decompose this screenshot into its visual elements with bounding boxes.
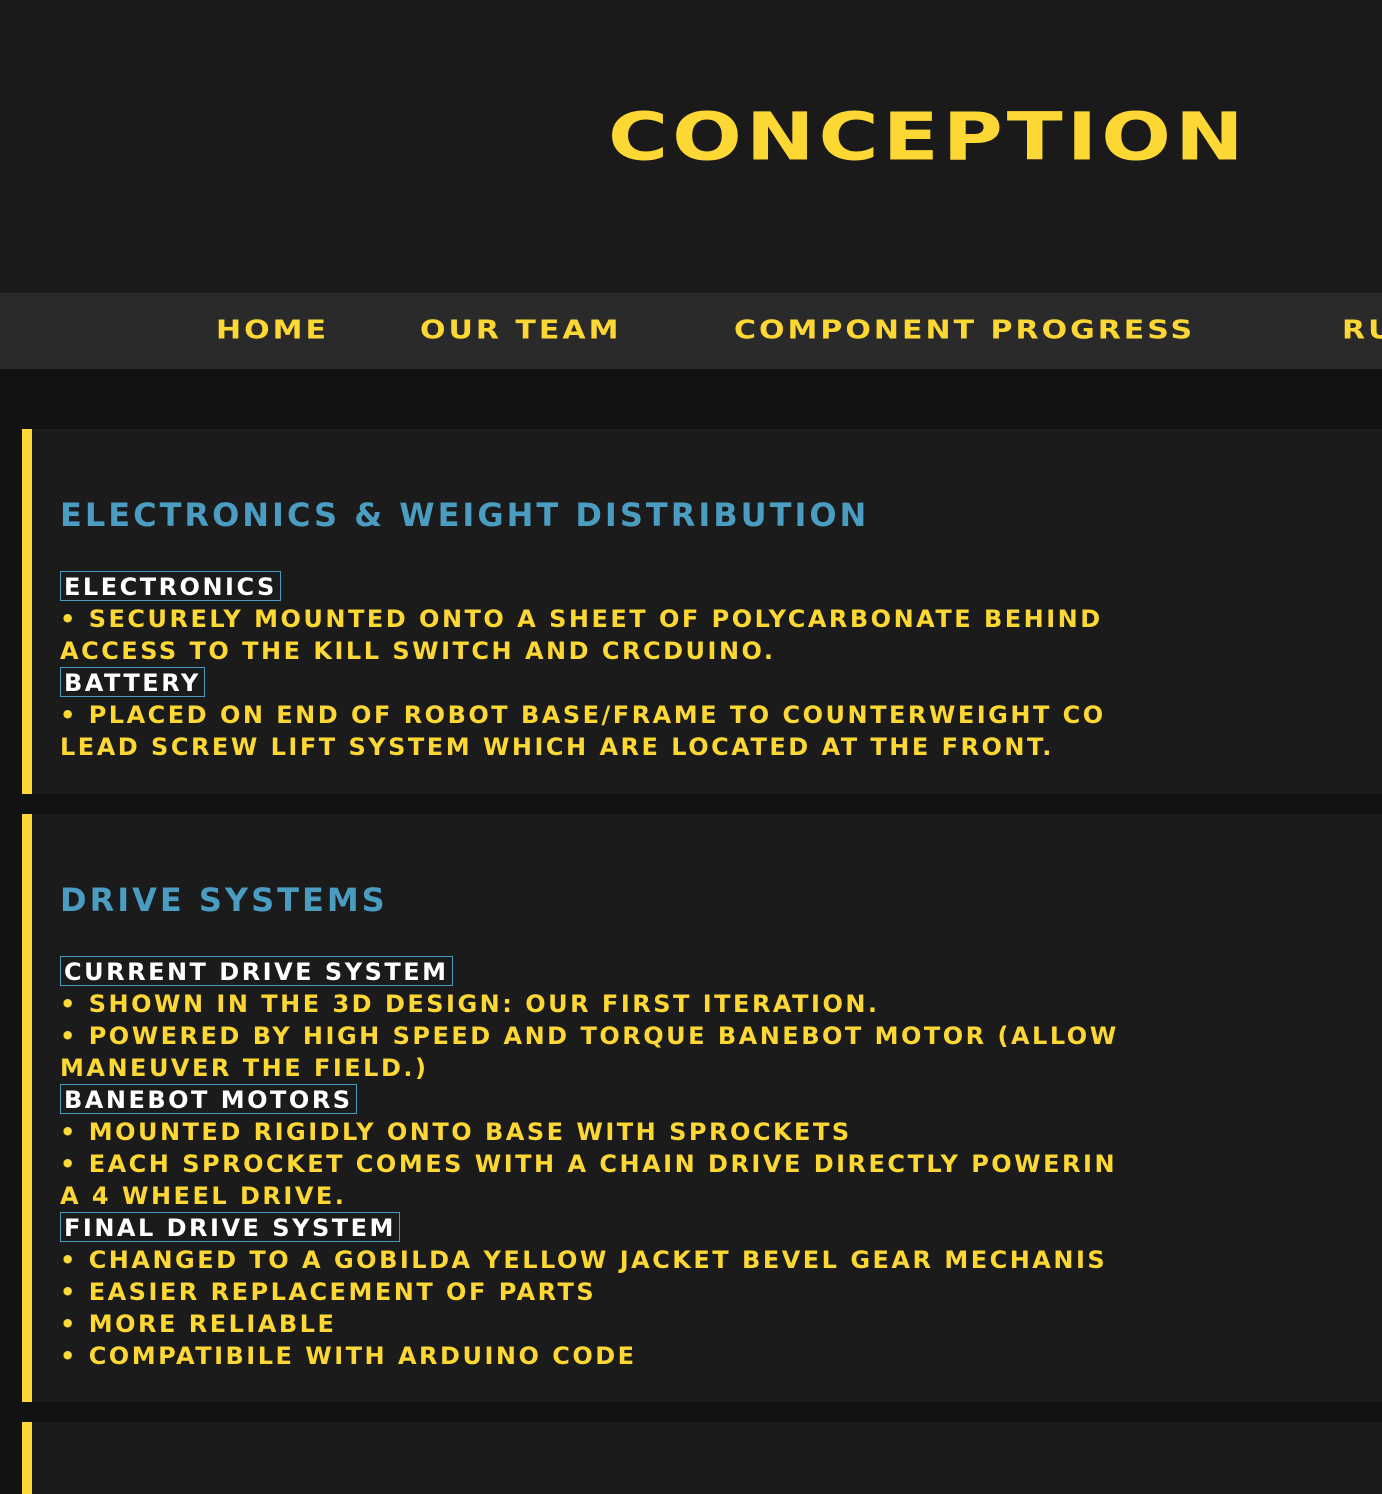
site-header: Conception bbox=[0, 0, 1382, 293]
body-line: a 4 wheel drive. bbox=[60, 1182, 347, 1210]
label-electronics: Electronics bbox=[60, 571, 281, 601]
body-line: • Securely mounted onto a sheet of polyc… bbox=[60, 605, 1103, 633]
label-row: Electronics bbox=[60, 571, 1382, 603]
nav-item-partial[interactable]: Ru bbox=[1342, 299, 1382, 364]
body-line: • Shown in the 3D design: our first iter… bbox=[60, 990, 880, 1018]
body-line: • Changed to a GoBilda Yellow Jacket Bev… bbox=[60, 1246, 1108, 1274]
body-line: • Easier replacement of parts bbox=[60, 1278, 597, 1306]
body-line: access to the kill switch and CRCduino. bbox=[60, 637, 776, 665]
label-battery: Battery bbox=[60, 667, 205, 697]
section-electronics-weight: Electronics & Weight Distribution Electr… bbox=[22, 429, 1382, 794]
main-nav: Home Our Team Component Progress Ru bbox=[0, 293, 1382, 369]
body-line: • Mounted rigidly onto base with sprocke… bbox=[60, 1118, 852, 1146]
label-row: Banebot Motors bbox=[60, 1084, 1382, 1116]
body-line: • Compatibile with Arduino code bbox=[60, 1342, 637, 1370]
label-banebot-motors: Banebot Motors bbox=[60, 1084, 357, 1114]
label-row: Final Drive System bbox=[60, 1212, 1382, 1244]
body-line: • Each sprocket comes with a chain drive… bbox=[60, 1150, 1118, 1178]
label-final-drive-system: Final Drive System bbox=[60, 1212, 400, 1242]
section-body: Electronics • Securely mounted onto a sh… bbox=[60, 571, 1382, 763]
body-line: lead screw lift system which are located… bbox=[60, 733, 1054, 761]
nav-our-team[interactable]: Our Team bbox=[420, 299, 621, 364]
label-row: Battery bbox=[60, 667, 1382, 699]
body-line: • Powered by high speed and torque Baneb… bbox=[60, 1022, 1119, 1050]
section-heading: Electronics & Weight Distribution bbox=[60, 496, 870, 534]
nav-home[interactable]: Home bbox=[216, 299, 329, 364]
section-drive-systems: Drive Systems Current Drive System • Sho… bbox=[22, 814, 1382, 1402]
body-line: • More reliable bbox=[60, 1310, 337, 1338]
body-line: • Placed on end of robot base/frame to c… bbox=[60, 701, 1106, 729]
section-body: Current Drive System • Shown in the 3D d… bbox=[60, 956, 1382, 1372]
section-next bbox=[22, 1422, 1382, 1494]
nav-component-progress[interactable]: Component Progress bbox=[734, 299, 1195, 364]
label-current-drive-system: Current Drive System bbox=[60, 956, 453, 986]
body-line: maneuver the field.) bbox=[60, 1054, 429, 1082]
label-row: Current Drive System bbox=[60, 956, 1382, 988]
site-title: Conception bbox=[608, 99, 1248, 176]
section-heading: Drive Systems bbox=[60, 881, 388, 919]
